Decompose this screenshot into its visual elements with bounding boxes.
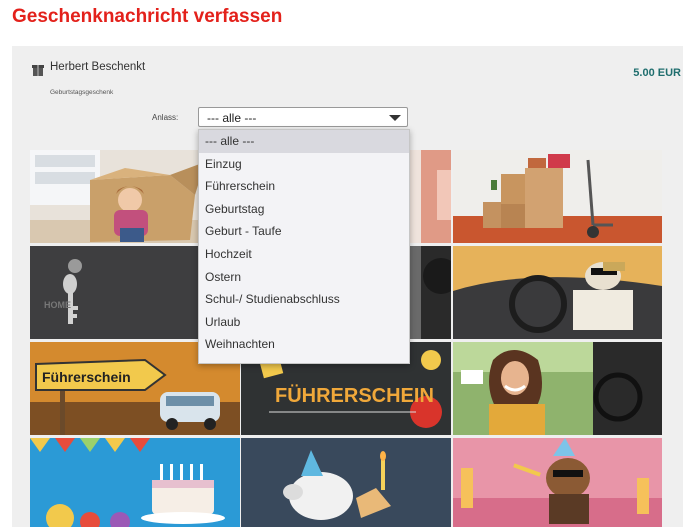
occasion-select-value: --- alle --- <box>207 111 257 125</box>
occasion-select[interactable]: --- alle --- <box>198 107 408 127</box>
chevron-down-icon[interactable] <box>389 115 401 121</box>
dropdown-option-urlaub[interactable]: Urlaub <box>199 311 409 334</box>
dropdown-option-geburt-taufe[interactable]: Geburt - Taufe <box>199 220 409 243</box>
dropdown-option-fuehrerschein[interactable]: Führerschein <box>199 175 409 198</box>
gift-price: 5.00 EUR <box>633 67 681 79</box>
tile-label: Führerschein <box>42 369 131 385</box>
image-tile[interactable] <box>30 438 240 527</box>
image-tile[interactable] <box>453 246 662 339</box>
image-tile[interactable] <box>241 438 451 527</box>
occasion-dropdown-list: --- alle --- Einzug Führerschein Geburts… <box>198 129 410 364</box>
gift-occasion: Geburtstagsgeschenk <box>50 89 114 96</box>
dropdown-option-einzug[interactable]: Einzug <box>199 153 409 176</box>
svg-text:HOME: HOME <box>44 300 71 310</box>
recipient-name: Herbert Beschenkt <box>50 61 146 73</box>
dropdown-option-geburtstag[interactable]: Geburtstag <box>199 198 409 221</box>
image-tile[interactable] <box>453 438 662 527</box>
image-tile[interactable] <box>453 342 662 435</box>
image-tile[interactable] <box>453 150 662 243</box>
gift-icon <box>32 62 44 76</box>
dropdown-option-all[interactable]: --- alle --- <box>199 130 409 153</box>
occasion-filter-label: Anlass: <box>152 113 179 122</box>
dropdown-option-weihnachten[interactable]: Weihnachten <box>199 333 409 356</box>
dropdown-option-schulabschluss[interactable]: Schul-/ Studienabschluss <box>199 288 409 311</box>
dropdown-option-ostern[interactable]: Ostern <box>199 266 409 289</box>
dropdown-option-hochzeit[interactable]: Hochzeit <box>199 243 409 266</box>
page-title: Geschenknachricht verfassen <box>12 6 283 27</box>
tile-label: FÜHRERSCHEIN <box>275 384 434 407</box>
